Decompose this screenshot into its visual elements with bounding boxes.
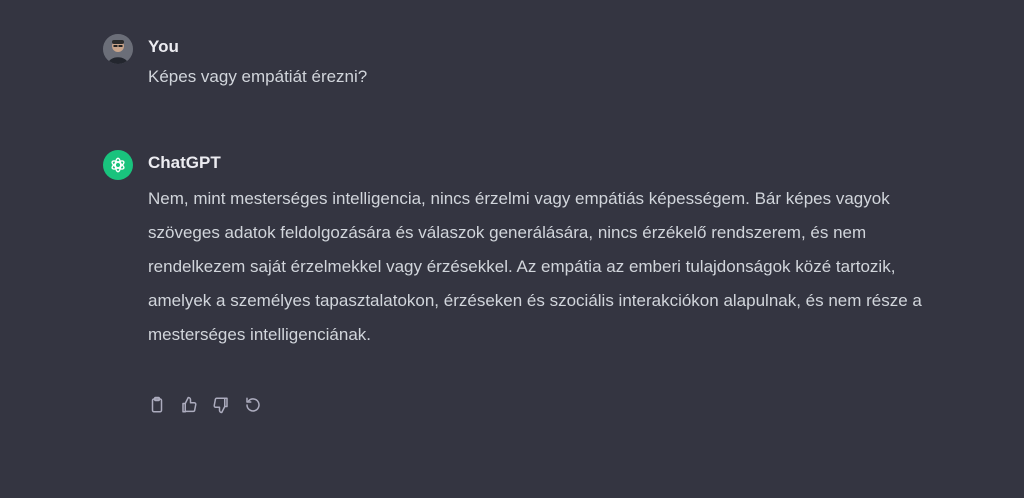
user-message-text: Képes vagy empátiát érezni?	[148, 67, 368, 86]
user-author-name: You	[148, 37, 179, 56]
thumbs-down-icon	[213, 397, 228, 414]
regenerate-button[interactable]	[244, 396, 262, 414]
regenerate-icon	[246, 397, 260, 412]
assistant-author-name: ChatGPT	[148, 153, 221, 172]
thumbs-up-icon	[182, 396, 197, 413]
assistant-message-text: Nem, mint mesterséges intelligencia, nin…	[148, 189, 922, 344]
assistant-avatar	[103, 150, 133, 180]
user-photo-avatar-icon	[103, 34, 133, 64]
message-actions	[148, 396, 262, 414]
copy-button[interactable]	[148, 396, 166, 414]
openai-logo-icon	[111, 157, 125, 173]
thumbs-down-button[interactable]	[212, 396, 230, 414]
copy-icon	[151, 396, 163, 413]
thumbs-up-button[interactable]	[180, 396, 198, 414]
user-avatar	[103, 34, 133, 64]
